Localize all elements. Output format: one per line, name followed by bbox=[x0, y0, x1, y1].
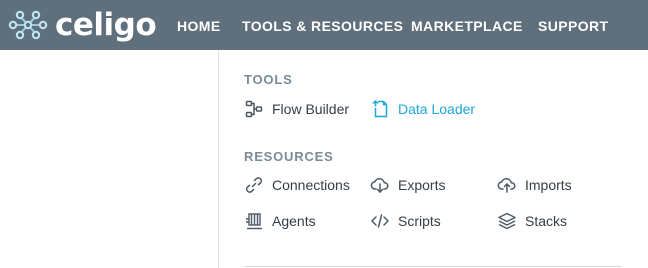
menu-item-data-loader[interactable]: Data Loader bbox=[370, 98, 475, 120]
menu-item-label: Data Loader bbox=[398, 101, 476, 117]
menu-item-stacks[interactable]: Stacks bbox=[497, 210, 567, 232]
menu-item-connections[interactable]: Connections bbox=[244, 174, 350, 196]
top-nav-bar: celigo HOME TOOLS & RESOURCES MARKETPLAC… bbox=[0, 0, 648, 50]
dropdown-divider bbox=[244, 266, 622, 267]
menu-item-exports[interactable]: Exports bbox=[370, 174, 445, 196]
menu-item-imports[interactable]: Imports bbox=[497, 174, 572, 196]
menu-item-label: Imports bbox=[525, 177, 572, 193]
flow-builder-icon bbox=[244, 99, 264, 119]
tools-resources-dropdown: TOOLS Flow Builder Data Loader RESOURCES bbox=[218, 50, 648, 268]
code-icon bbox=[370, 211, 390, 231]
brand-name: celigo bbox=[55, 7, 157, 43]
celigo-logo-icon bbox=[8, 10, 48, 40]
agent-icon bbox=[244, 211, 264, 231]
menu-item-label: Stacks bbox=[525, 213, 568, 229]
layers-icon bbox=[497, 211, 517, 231]
menu-item-label: Connections bbox=[272, 177, 350, 193]
menu-item-label: Agents bbox=[272, 213, 316, 229]
data-loader-icon bbox=[370, 99, 390, 119]
menu-item-label: Flow Builder bbox=[272, 101, 350, 117]
cloud-upload-icon bbox=[497, 175, 517, 195]
menu-item-label: Scripts bbox=[398, 213, 441, 229]
nav-tools-resources[interactable]: TOOLS & RESOURCES bbox=[242, 18, 403, 34]
menu-item-label: Exports bbox=[398, 177, 446, 193]
tools-section-title: TOOLS bbox=[244, 72, 293, 87]
nav-support[interactable]: SUPPORT bbox=[538, 18, 608, 34]
celigo-logo[interactable]: celigo bbox=[8, 7, 157, 43]
menu-item-agents[interactable]: Agents bbox=[244, 210, 316, 232]
menu-item-flow-builder[interactable]: Flow Builder bbox=[244, 98, 349, 120]
cloud-download-icon bbox=[370, 175, 390, 195]
menu-item-scripts[interactable]: Scripts bbox=[370, 210, 441, 232]
nav-home[interactable]: HOME bbox=[177, 18, 221, 34]
resources-section-title: RESOURCES bbox=[244, 149, 334, 164]
nav-marketplace[interactable]: MARKETPLACE bbox=[411, 18, 523, 34]
link-icon bbox=[244, 175, 264, 195]
